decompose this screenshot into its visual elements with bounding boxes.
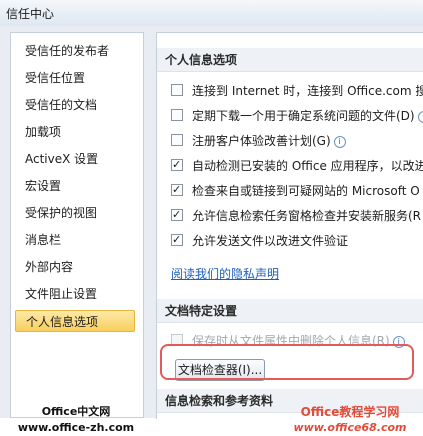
watermark-office-zh: Office中文网 www.office-zh.com: [6, 404, 146, 436]
trust-center-window: 受信任的发布者 受信任位置 受信任的文档 加载项 ActiveX 设置 宏设置 …: [0, 26, 423, 434]
sidebar-item-macro-settings[interactable]: 宏设置: [15, 175, 135, 197]
sidebar-item-trusted-locations[interactable]: 受信任位置: [15, 67, 135, 89]
watermark-office68-name: Office教程学习网: [300, 405, 400, 419]
sidebar-item-file-block-settings[interactable]: 文件阻止设置: [15, 283, 135, 305]
checkbox-file-validation[interactable]: [171, 234, 183, 246]
option-detect-apps-label: 自动检测已安装的 Office 应用程序，以改进: [192, 159, 423, 173]
option-download-diagnostics-label: 定期下载一个用于确定系统问题的文件(D): [192, 109, 415, 123]
sidebar-item-message-bar[interactable]: 消息栏: [15, 229, 135, 251]
info-icon[interactable]: i: [417, 111, 423, 123]
watermark-office-zh-name: Office中文网: [41, 405, 111, 418]
sidebar-item-trusted-publishers[interactable]: 受信任的发布者: [15, 40, 135, 62]
window-title: 信任中心: [6, 7, 55, 21]
sidebar-item-privacy-options[interactable]: 个人信息选项: [15, 310, 135, 332]
info-icon[interactable]: i: [333, 136, 346, 148]
sidebar-item-external-content[interactable]: 外部内容: [15, 256, 135, 278]
watermark-office-zh-url: www.office-zh.com: [17, 421, 135, 434]
watermark-office68-url: www.office68.com: [293, 421, 407, 434]
checkbox-detect-apps[interactable]: [171, 159, 183, 171]
checkbox-download-diagnostics[interactable]: [171, 109, 183, 121]
section-document-settings-heading: 文档特定设置: [157, 299, 423, 323]
sidebar-item-protected-view[interactable]: 受保护的视图: [15, 202, 135, 224]
sidebar: 受信任的发布者 受信任位置 受信任的文档 加载项 ActiveX 设置 宏设置 …: [10, 32, 144, 418]
privacy-statement-link[interactable]: 阅读我们的隐私声明: [171, 265, 279, 282]
highlight-annotation: [160, 344, 414, 380]
option-file-validation-label: 允许发送文件以改进文件验证: [192, 234, 349, 248]
option-suspicious-sites-label: 检查来自或链接到可疑网站的 Microsoft O: [192, 184, 420, 198]
option-research-services-label: 允许信息检索任务窗格检查并安装新服务(R: [192, 209, 422, 223]
sidebar-item-trusted-documents[interactable]: 受信任的文档: [15, 94, 135, 116]
checkbox-research-services[interactable]: [171, 209, 183, 221]
section-personal-info-heading: 个人信息选项: [157, 48, 423, 72]
option-online-search-label: 连接到 Internet 时，连接到 Office.com 搜: [192, 84, 423, 98]
title-bar: 信任中心: [0, 0, 423, 27]
checkbox-ceip[interactable]: [171, 134, 183, 146]
checkbox-suspicious-sites[interactable]: [171, 184, 183, 196]
sidebar-item-addins[interactable]: 加载项: [15, 121, 135, 143]
watermark-office68: Office教程学习网 www.office68.com: [280, 404, 420, 436]
option-ceip-label: 注册客户体验改善计划(G): [192, 134, 331, 148]
sidebar-item-activex-settings[interactable]: ActiveX 设置: [15, 148, 135, 170]
checkbox-online-search[interactable]: [171, 84, 183, 96]
